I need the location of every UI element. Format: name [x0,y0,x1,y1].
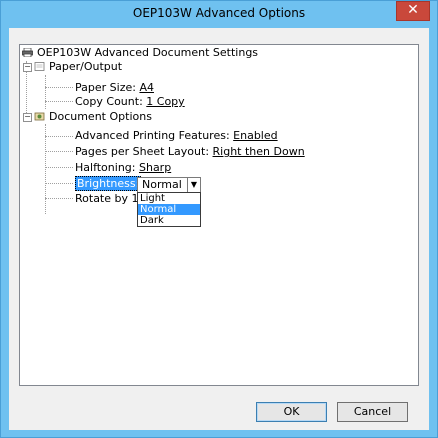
collapse-icon[interactable]: − [23,63,32,72]
halftoning-row[interactable]: Halftoning: Sharp [75,161,171,174]
tree-connector [45,183,73,184]
tree-root-label[interactable]: OEP103W Advanced Document Settings [37,46,258,59]
brightness-option-normal[interactable]: Normal [138,204,200,215]
tree-connector [45,101,73,102]
settings-tree[interactable]: OEP103W Advanced Document Settings − Pap… [19,44,419,386]
document-options-icon [34,112,45,121]
collapse-icon[interactable]: − [23,113,32,122]
adv-printing-row[interactable]: Advanced Printing Features: Enabled [75,129,278,142]
window-title: OEP103W Advanced Options [132,6,306,20]
tree-connector [45,136,73,137]
copy-count-row[interactable]: Copy Count: 1 Copy [75,95,185,108]
paper-size-label: Paper Size: [75,81,136,94]
pps-layout-value[interactable]: Right then Down [213,145,305,158]
brightness-option-light[interactable]: Light [138,193,200,204]
paper-icon [34,62,45,71]
brightness-row[interactable]: Brightness: [75,176,142,191]
tree-connector [45,124,46,214]
chevron-down-icon[interactable]: ▼ [187,178,200,192]
brightness-combobox[interactable]: Normal ▼ [137,177,201,193]
tree-connector [45,75,46,109]
tree-connector [45,198,73,199]
tree-connector [45,151,73,152]
paper-size-row[interactable]: Paper Size: A4 [75,81,154,94]
tree-paper-output[interactable]: Paper/Output [49,60,122,73]
close-button[interactable]: ✕ [396,1,430,21]
adv-printing-value[interactable]: Enabled [233,129,277,142]
brightness-label: Brightness: [75,176,142,191]
pps-layout-row[interactable]: Pages per Sheet Layout: Right then Down [75,145,305,158]
paper-size-value[interactable]: A4 [139,81,154,94]
copy-count-value[interactable]: 1 Copy [146,95,184,108]
advanced-options-window: OEP103W Advanced Options ✕ OEP103W Advan… [0,0,438,438]
brightness-dropdown-list[interactable]: Light Normal Dark [137,192,201,227]
dialog-body: OEP103W Advanced Document Settings − Pap… [9,28,429,430]
title-bar[interactable]: OEP103W Advanced Options ✕ [1,1,437,27]
halftoning-value[interactable]: Sharp [139,161,171,174]
ok-button[interactable]: OK [256,402,327,422]
tree-connector [45,167,73,168]
pps-layout-label: Pages per Sheet Layout: [75,145,210,158]
adv-printing-label: Advanced Printing Features: [75,129,230,142]
printer-icon [22,48,33,57]
brightness-combobox-value: Normal [142,178,182,191]
copy-count-label: Copy Count: [75,95,143,108]
tree-document-options[interactable]: Document Options [49,110,152,123]
halftoning-label: Halftoning: [75,161,136,174]
brightness-option-dark[interactable]: Dark [138,215,200,226]
rotate-row[interactable]: Rotate by 18 [75,192,146,205]
rotate-label: Rotate by 18 [75,192,146,205]
cancel-button[interactable]: Cancel [337,402,408,422]
tree-connector [45,87,73,88]
